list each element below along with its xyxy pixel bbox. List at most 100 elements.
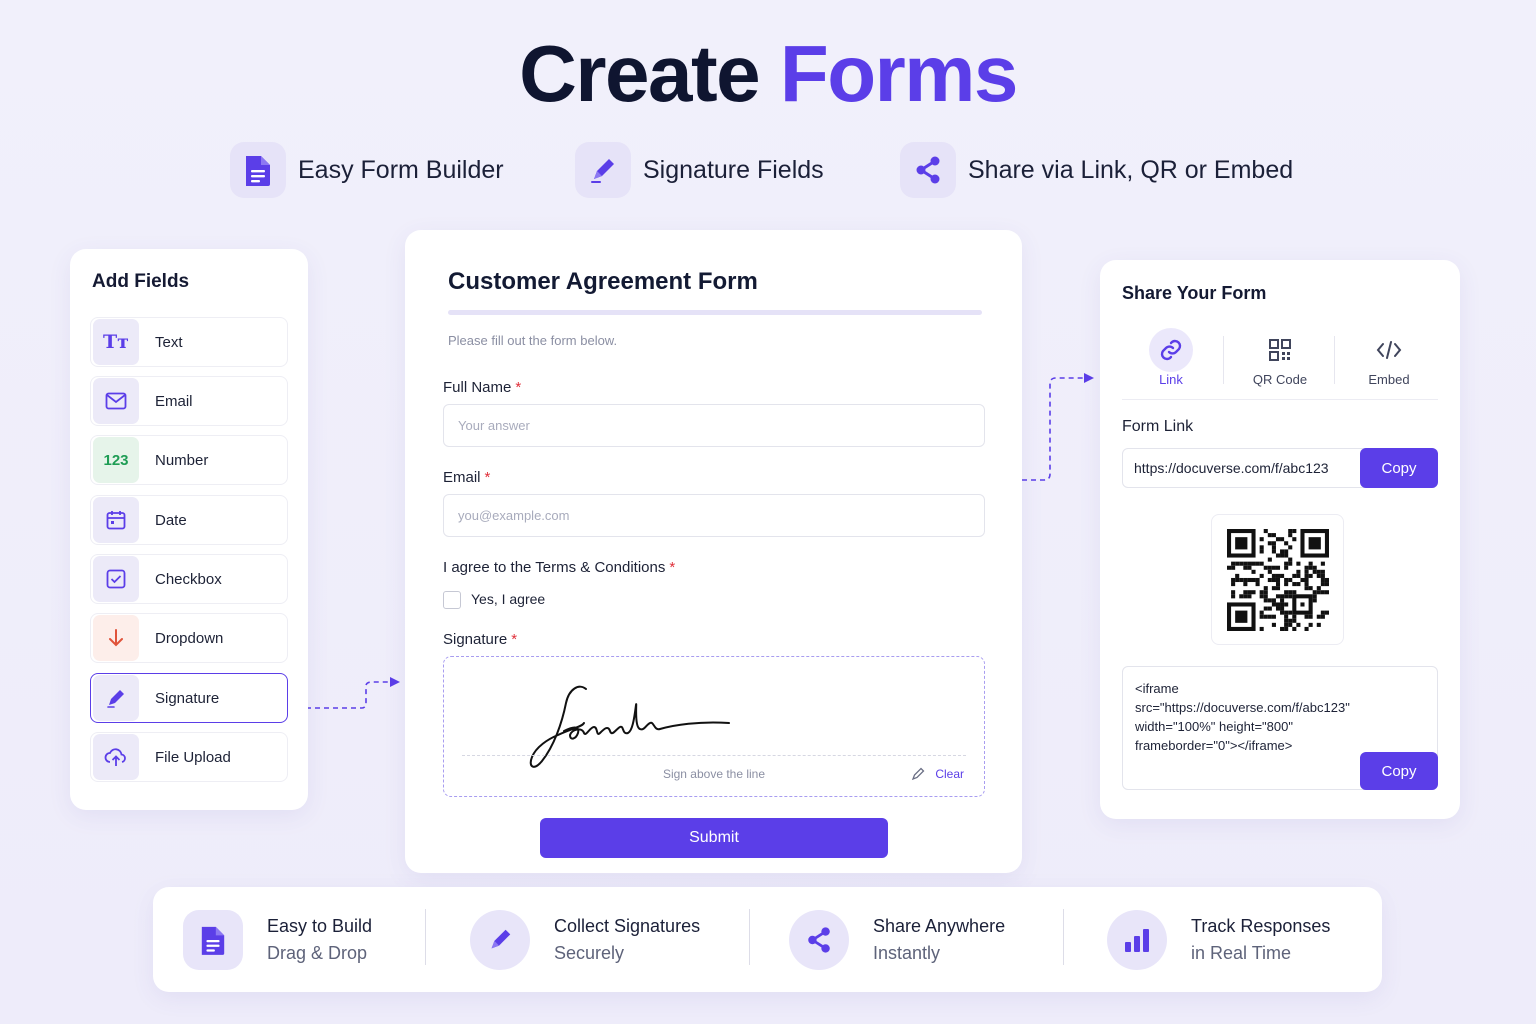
feature-label: Signature Fields — [643, 155, 824, 184]
clear-signature-button[interactable]: Clear — [911, 767, 964, 781]
text-icon: Tт — [93, 319, 139, 365]
field-item-label: Dropdown — [155, 629, 224, 647]
form-preview-card: Customer Agreement Form Please fill out … — [405, 230, 1022, 873]
terms-checkbox-label: Yes, I agree — [471, 591, 546, 607]
field-item-number[interactable]: 123 Number — [90, 435, 288, 485]
benefit-subtitle: Drag & Drop — [267, 943, 368, 963]
feature-label: Easy Form Builder — [298, 155, 504, 184]
form-link-value: https://docuverse.com/f/abc123 — [1134, 460, 1329, 476]
benefit-subtitle: Securely — [554, 943, 625, 963]
tab-label: Embed — [1368, 372, 1410, 387]
pencil-icon — [912, 767, 925, 781]
field-item-file-upload[interactable]: File Upload — [90, 732, 288, 782]
field-item-checkbox[interactable]: Checkbox — [90, 554, 288, 604]
feature-label: Share via Link, QR or Embed — [968, 155, 1294, 184]
add-fields-title: Add Fields — [92, 271, 190, 292]
document-icon — [183, 910, 243, 970]
tab-embed[interactable]: Embed — [1340, 320, 1438, 400]
tab-link[interactable]: Link — [1122, 320, 1220, 400]
divider — [425, 909, 426, 965]
share-icon — [900, 142, 956, 198]
benefit-easy-to-build: Easy to Build Drag & Drop — [183, 909, 372, 971]
link-icon — [1149, 328, 1193, 372]
number-icon: 123 — [93, 437, 139, 483]
form-title: Customer Agreement Form — [448, 268, 758, 295]
field-item-label: Checkbox — [155, 570, 222, 588]
add-fields-panel: Add Fields Tт Text Email 123 Number Date… — [70, 249, 308, 810]
email-input[interactable]: you@example.com — [443, 494, 985, 537]
connector-arrow — [1022, 373, 1094, 481]
benefit-title: Track Responses — [1191, 916, 1331, 936]
bar-chart-icon — [1107, 910, 1167, 970]
email-label: Email * — [443, 469, 491, 486]
signature-hint: Sign above the line — [662, 767, 766, 781]
tab-label: Link — [1159, 372, 1183, 387]
feature-share: Share via Link, QR or Embed — [900, 140, 1293, 200]
benefit-subtitle: Instantly — [873, 943, 941, 963]
title-accent-text: Forms — [779, 29, 1019, 118]
feature-easy-form-builder: Easy Form Builder — [230, 140, 504, 200]
signature-label: Signature * — [443, 631, 518, 648]
feature-signature-fields: Signature Fields — [575, 140, 824, 200]
tab-divider — [1223, 336, 1224, 384]
required-mark: * — [669, 559, 676, 576]
form-subtitle: Please fill out the form below. — [448, 333, 618, 348]
signature-baseline — [462, 755, 966, 756]
field-item-date[interactable]: Date — [90, 495, 288, 545]
divider — [1063, 909, 1064, 965]
required-mark: * — [515, 379, 522, 396]
field-item-label: Signature — [155, 689, 220, 707]
pen-icon — [470, 910, 530, 970]
benefit-share-anywhere: Share Anywhere Instantly — [789, 909, 1005, 971]
field-item-dropdown[interactable]: Dropdown — [90, 613, 288, 663]
embed-code: <iframe src="https://docuverse.com/f/abc… — [1135, 681, 1350, 753]
feature-strip: Easy Form Builder Signature Fields Share… — [0, 140, 1536, 200]
code-icon — [1367, 328, 1411, 372]
pen-icon — [93, 675, 139, 721]
signature-pad[interactable]: Sign above the line Clear — [443, 656, 985, 797]
document-icon — [230, 142, 286, 198]
qr-code-image — [1226, 528, 1329, 631]
share-panel: Share Your Form Link QR Code Embed Form … — [1100, 260, 1460, 819]
terms-label: I agree to the Terms & Conditions * — [443, 559, 676, 576]
field-item-label: Number — [155, 451, 209, 469]
copy-embed-button[interactable]: Copy — [1360, 752, 1438, 790]
share-title: Share Your Form — [1122, 283, 1267, 303]
submit-button[interactable]: Submit — [540, 818, 888, 858]
checkbox-icon — [93, 556, 139, 602]
field-item-text[interactable]: Tт Text — [90, 317, 288, 367]
benefit-track-responses: Track Responses in Real Time — [1107, 909, 1330, 971]
title-underline — [448, 310, 982, 315]
pen-icon — [575, 142, 631, 198]
tab-qr-code[interactable]: QR Code — [1231, 320, 1329, 400]
benefits-bar: Easy to Build Drag & Drop Collect Signat… — [153, 887, 1382, 992]
arrow-down-icon — [93, 615, 139, 661]
form-link-label: Form Link — [1122, 418, 1194, 435]
envelope-icon — [93, 378, 139, 424]
tab-divider — [1334, 336, 1335, 384]
field-item-label: Date — [155, 511, 187, 529]
divider — [749, 909, 750, 965]
share-icon — [789, 910, 849, 970]
title-text: Create — [519, 29, 761, 118]
calendar-icon — [93, 497, 139, 543]
cloud-upload-icon — [93, 734, 139, 780]
tab-label: QR Code — [1252, 372, 1308, 387]
benefit-title: Collect Signatures — [554, 916, 701, 936]
terms-checkbox[interactable] — [443, 591, 461, 609]
page-title: Create Forms — [0, 28, 1536, 120]
field-item-email[interactable]: Email — [90, 376, 288, 426]
required-mark: * — [511, 631, 518, 648]
signature-drawing — [529, 685, 730, 768]
field-item-signature[interactable]: Signature — [90, 673, 288, 723]
field-item-label: Text — [155, 333, 183, 351]
copy-link-button[interactable]: Copy — [1360, 448, 1438, 488]
benefit-title: Share Anywhere — [873, 916, 1006, 936]
full-name-input[interactable]: Your answer — [443, 404, 985, 447]
field-item-label: Email — [155, 392, 193, 410]
benefit-collect-signatures: Collect Signatures Securely — [470, 909, 700, 971]
required-mark: * — [484, 469, 491, 486]
share-tabs: Link QR Code Embed — [1122, 320, 1438, 400]
clear-label: Clear — [935, 767, 964, 781]
qr-code-icon — [1258, 328, 1302, 372]
